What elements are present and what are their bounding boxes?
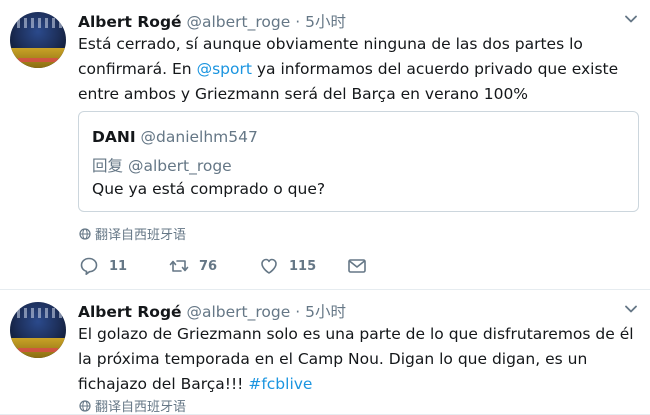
- mention-link[interactable]: @sport: [197, 60, 252, 78]
- reply-prefix: 回复: [92, 157, 124, 175]
- translate-label: 翻译自西班牙语: [95, 228, 187, 243]
- author-name[interactable]: Albert Rogé: [78, 303, 182, 321]
- like-button[interactable]: 115: [259, 256, 316, 276]
- more-options-caret-icon[interactable]: [624, 12, 638, 26]
- reply-count: 11: [109, 258, 128, 274]
- direct-message-button[interactable]: [347, 256, 367, 276]
- globe-icon: [79, 399, 91, 412]
- quoted-author-handle[interactable]: @danielhm547: [141, 128, 258, 146]
- reply-icon: [80, 257, 98, 275]
- translate-label: 翻译自西班牙语: [95, 400, 187, 415]
- translate-link[interactable]: 翻译自西班牙语: [79, 224, 186, 243]
- author-name[interactable]: Albert Rogé: [78, 13, 182, 31]
- author-avatar[interactable]: [10, 302, 66, 358]
- more-options-caret-icon[interactable]: [624, 302, 638, 316]
- author-handle[interactable]: @albert_roge: [187, 303, 291, 321]
- quoted-text: Que ya está comprado o que?: [92, 180, 326, 198]
- like-count: 115: [289, 258, 317, 274]
- tweet[interactable]: Albert Rogé @albert_roge · 5小时 El golazo…: [0, 290, 650, 415]
- retweet-icon: [169, 260, 189, 272]
- quoted-author-name[interactable]: DANI: [92, 128, 136, 146]
- like-heart-icon: [261, 258, 277, 274]
- tweet-header: Albert Rogé @albert_roge · 5小时: [78, 300, 346, 322]
- quoted-header: DANI @danielhm547: [92, 128, 258, 146]
- author-avatar[interactable]: [10, 12, 66, 68]
- hashtag-link[interactable]: #fcblive: [248, 375, 312, 393]
- tweet-timestamp[interactable]: 5小时: [305, 13, 346, 31]
- quoted-reply-context: 回复 @albert_roge: [92, 154, 232, 176]
- retweet-count: 76: [199, 258, 218, 274]
- tweet-text: El golazo de Griezmann solo es una parte…: [78, 322, 638, 397]
- tweet[interactable]: Albert Rogé @albert_roge · 5小时 Está cerr…: [0, 0, 650, 290]
- reply-to-handle[interactable]: @albert_roge: [128, 157, 232, 175]
- author-handle[interactable]: @albert_roge: [187, 13, 291, 31]
- tweet-text: Está cerrado, sí aunque obviamente ningu…: [78, 32, 638, 107]
- tweet-header: Albert Rogé @albert_roge · 5小时: [78, 10, 346, 32]
- separator-dot: ·: [295, 13, 301, 31]
- tweet-text-part: El golazo de Griezmann solo es una parte…: [78, 325, 634, 393]
- separator-dot: ·: [295, 303, 301, 321]
- translate-link[interactable]: 翻译自西班牙语: [79, 396, 186, 415]
- tweet-timestamp[interactable]: 5小时: [305, 303, 346, 321]
- retweet-button[interactable]: 76: [169, 256, 217, 276]
- reply-button[interactable]: 11: [79, 256, 127, 276]
- quoted-tweet[interactable]: DANI @danielhm547 回复 @albert_roge Que ya…: [78, 111, 639, 212]
- globe-icon: [79, 227, 91, 240]
- direct-message-envelope-icon: [348, 259, 366, 273]
